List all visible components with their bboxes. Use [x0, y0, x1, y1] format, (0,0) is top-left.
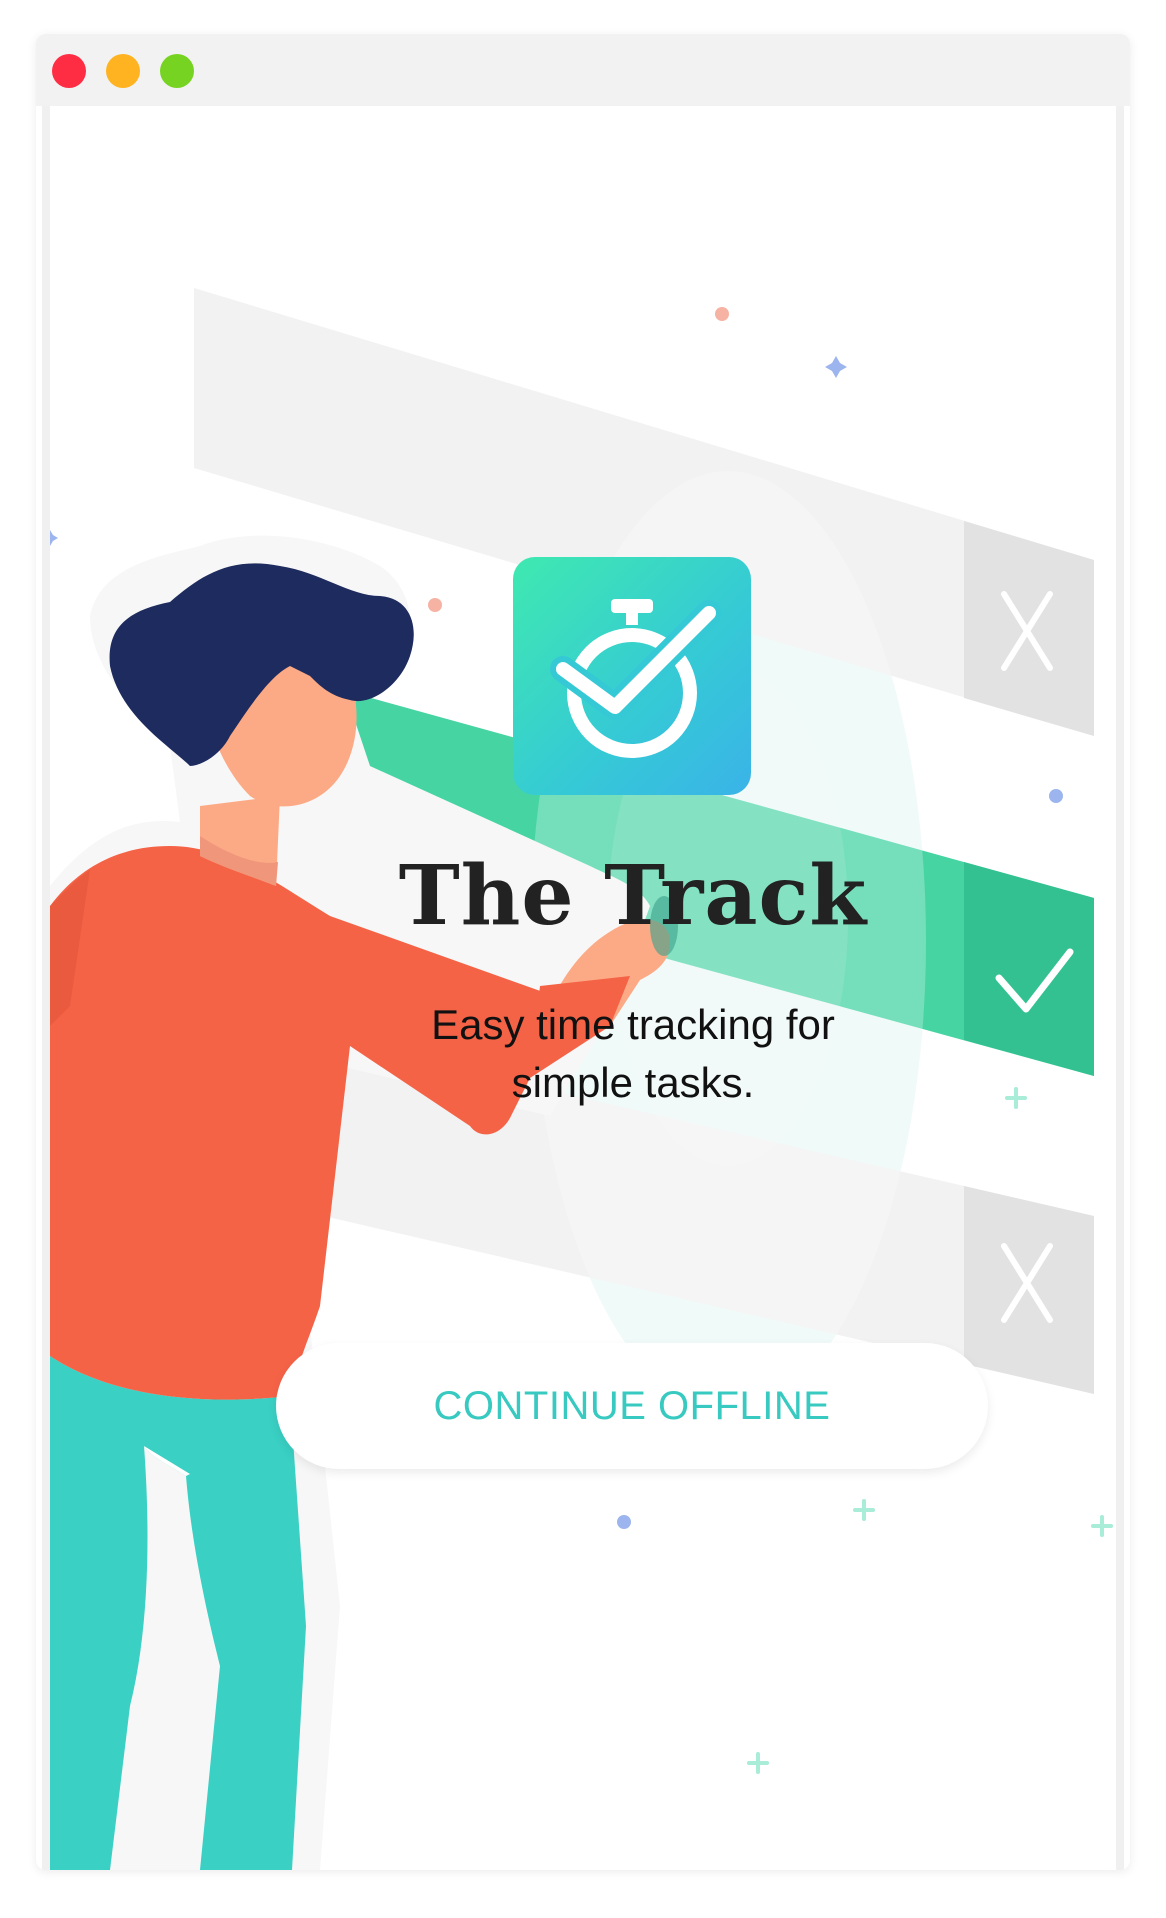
illustration: [50, 288, 1113, 1870]
onboarding-screen: The Track Easy time tracking for simple …: [50, 106, 1116, 1870]
app-title: The Track: [398, 848, 868, 944]
minimize-window-button[interactable]: [106, 54, 140, 88]
confetti-dot: [1049, 789, 1063, 803]
browser-window: The Track Easy time tracking for simple …: [36, 34, 1130, 1870]
frame-border-right: [1116, 106, 1124, 1870]
tagline-line-2: simple tasks.: [511, 1059, 755, 1106]
continue-offline-button[interactable]: CONTINUE OFFLINE: [276, 1343, 988, 1469]
task-row-2-end: [964, 862, 1094, 1076]
confetti-dot: [428, 598, 442, 612]
confetti-dot: [617, 1515, 631, 1529]
app-logo: [513, 557, 751, 795]
tagline-line-1: Easy time tracking for: [431, 1001, 835, 1048]
confetti-dot: [715, 307, 729, 321]
stopwatch-check-icon: [550, 599, 722, 758]
window-titlebar: [36, 34, 1130, 106]
frame-border-left: [42, 106, 50, 1870]
app-tagline: Easy time tracking for simple tasks.: [350, 996, 916, 1112]
maximize-window-button[interactable]: [160, 54, 194, 88]
close-window-button[interactable]: [52, 54, 86, 88]
